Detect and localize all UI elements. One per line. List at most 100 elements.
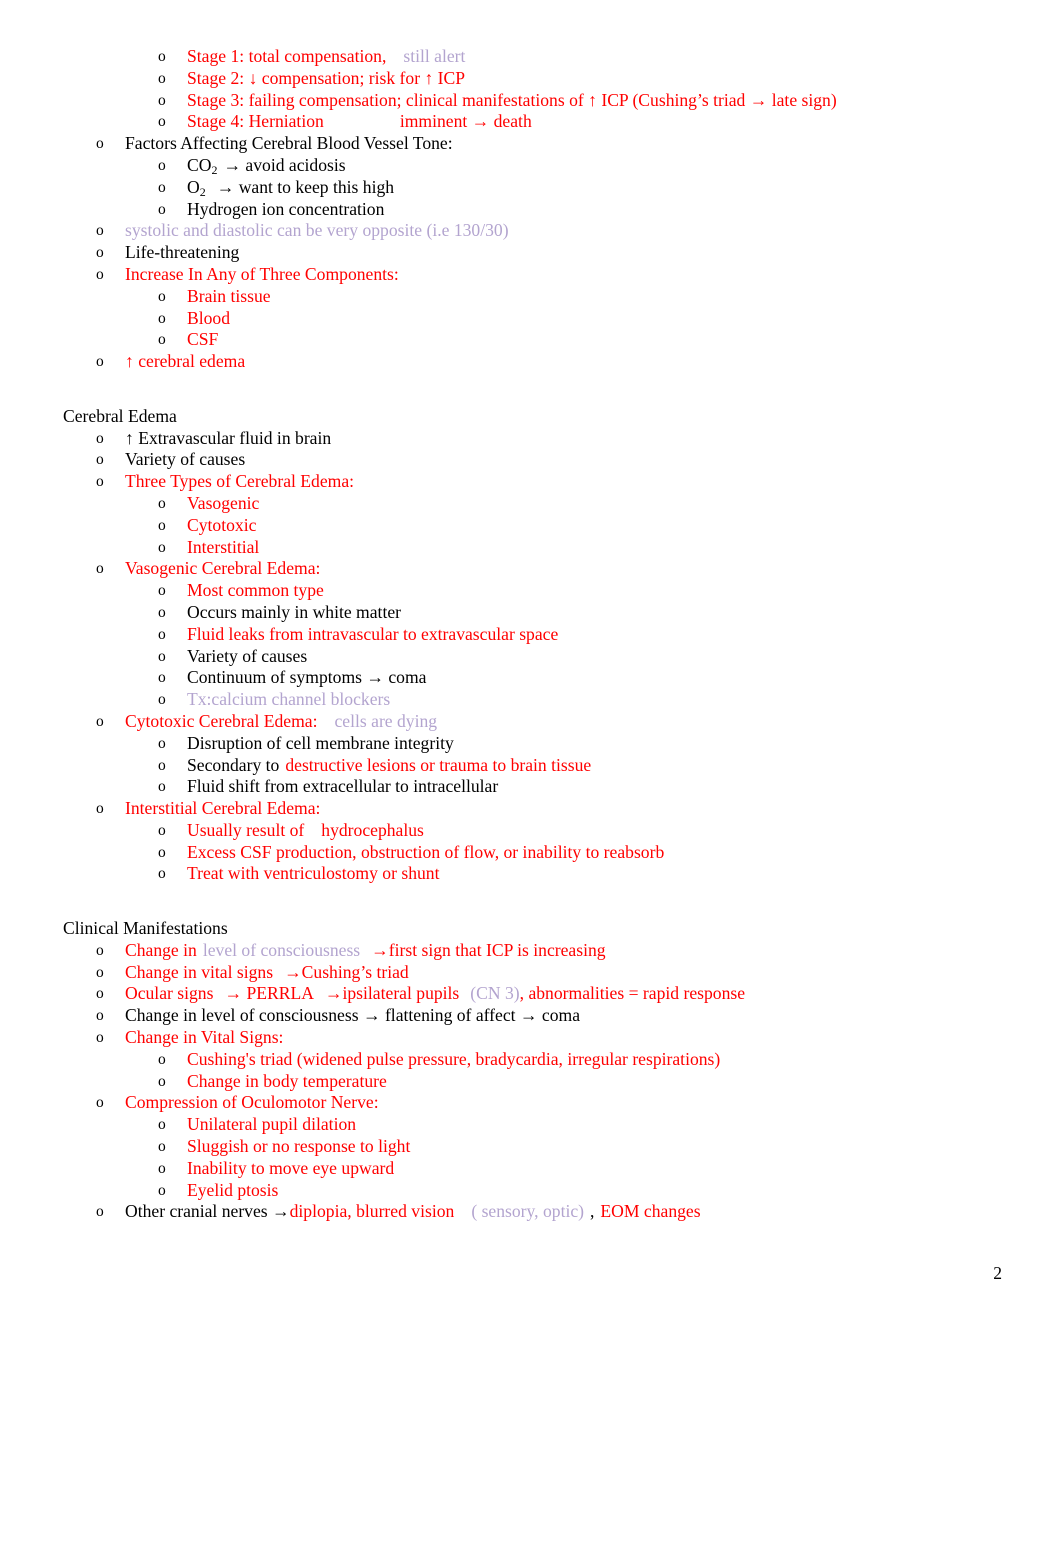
- other-nerves-tail: EOM changes: [600, 1201, 701, 1222]
- ocular-mid: → PERRLA: [224, 983, 314, 1004]
- list-item: o ↑ cerebral edema: [63, 351, 1002, 373]
- page-number: 2: [993, 1263, 1002, 1283]
- list-item: o Variety of causes: [63, 646, 1002, 668]
- stage-3-text: Stage 3: failing compensation; clinical …: [187, 89, 837, 110]
- bullet-marker: o: [96, 135, 104, 153]
- document-page: o Stage 1: total compensation, still aler…: [0, 0, 1062, 1561]
- bullet-marker: o: [158, 156, 166, 174]
- list-item: o Cytotoxic: [63, 515, 1002, 537]
- bullet-marker: o: [158, 1181, 166, 1199]
- list-item: o Stage 2: ↓ compensation; risk for ↑ IC…: [63, 68, 1002, 90]
- body-temperature-item: Change in body temperature: [187, 1070, 387, 1091]
- stage-4-tail: imminent → death: [399, 111, 532, 132]
- bullet-marker: o: [158, 91, 166, 109]
- bullet-marker: o: [96, 1094, 104, 1112]
- vasogenic-most-common: Most common type: [187, 580, 324, 601]
- other-nerves-red: diplopia, blurred vision: [289, 1201, 455, 1222]
- interstitial-header: Interstitial Cerebral Edema:: [125, 798, 321, 819]
- list-item: o Factors Affecting Cerebral Blood Vesse…: [63, 133, 1002, 155]
- variety-of-causes-item: Variety of causes: [125, 449, 246, 470]
- change-loc-black-item: Change in level of consciousness → flatt…: [125, 1005, 581, 1026]
- section-heading-row: Cerebral Edema: [63, 406, 1002, 428]
- list-item: o O2 → want to keep this high: [63, 177, 1002, 199]
- stage-1-note: still alert: [403, 46, 466, 66]
- other-nerves-prefix: Other cranial nerves →: [125, 1201, 290, 1222]
- type-vasogenic: Vasogenic: [187, 492, 260, 513]
- bullet-marker: o: [158, 69, 166, 87]
- cytotoxic-secondary-red: destructive lesions or trauma to brain t…: [285, 754, 592, 775]
- bullet-marker: o: [158, 178, 166, 196]
- bullet-marker: o: [158, 516, 166, 534]
- change-loc-item: Change in level of consciousness →first si…: [125, 940, 1002, 962]
- list-item: o Cushing's triad (widened pulse pressur…: [63, 1049, 1002, 1071]
- list-item: o Increase In Any of Three Components:: [63, 264, 1002, 286]
- cytotoxic-disruption: Disruption of cell membrane integrity: [187, 732, 454, 753]
- change-loc-lavender: level of consciousness: [202, 939, 361, 960]
- change-loc-prefix: Change in: [125, 939, 197, 960]
- stage-2-text: Stage 2: ↓ compensation; risk for ↑ ICP: [187, 67, 466, 88]
- cytotoxic-secondary: Secondary to destructive lesions or traum…: [187, 755, 1002, 777]
- bullet-marker: o: [96, 712, 104, 730]
- hydrogen-ion-item: Hydrogen ion concentration: [187, 198, 385, 219]
- bullet-marker: o: [96, 222, 104, 240]
- bullet-marker: o: [96, 353, 104, 371]
- bullet-marker: o: [96, 473, 104, 491]
- stage-4-main: Stage 4: Herniation: [187, 111, 324, 132]
- bullet-marker: o: [158, 1159, 166, 1177]
- extravascular-fluid-item: ↑ Extravascular fluid in brain: [125, 427, 332, 448]
- bullet-marker: o: [158, 865, 166, 883]
- list-item: o systolic and diastolic can be very opp…: [63, 220, 1002, 242]
- ocular-mid2: →ipsilateral pupils: [324, 983, 460, 1004]
- other-cranial-nerves-item: Other cranial nerves →diplopia, blurred …: [125, 1201, 1002, 1223]
- bullet-marker: o: [158, 734, 166, 752]
- oculomotor-unilateral-dilation: Unilateral pupil dilation: [187, 1114, 357, 1135]
- list-item: o Sluggish or no response to light: [63, 1136, 1002, 1158]
- co2-item: CO2 → avoid acidosis: [187, 155, 1002, 177]
- cytotoxic-fluid-shift: Fluid shift from extracellular to intrac…: [187, 776, 499, 797]
- ocular-prefix: Ocular signs: [125, 983, 214, 1004]
- list-item: o CO2 → avoid acidosis: [63, 155, 1002, 177]
- cytotoxic-header-row: Cytotoxic Cerebral Edema: cells are dying: [125, 711, 1002, 733]
- cerebral-edema-increase-item: ↑ cerebral edema: [125, 351, 246, 372]
- list-item: o Fluid shift from extracellular to intr…: [63, 776, 1002, 798]
- stage-1-text: Stage 1: total compensation, still alert: [187, 46, 1002, 68]
- vasogenic-continuum: Continuum of symptoms → coma: [187, 667, 427, 688]
- list-item: o Disruption of cell membrane integrity: [63, 733, 1002, 755]
- bullet-marker: o: [96, 800, 104, 818]
- co2-subscript: 2: [211, 163, 218, 178]
- co2-suffix: → avoid acidosis: [223, 154, 346, 175]
- list-item: o Interstitial Cerebral Edema:: [63, 798, 1002, 820]
- oculomotor-eyelid-ptosis: Eyelid ptosis: [187, 1179, 279, 1200]
- bullet-marker: o: [158, 582, 166, 600]
- o2-prefix: O: [187, 176, 200, 197]
- vasogenic-white-matter: Occurs mainly in white matter: [187, 601, 401, 622]
- list-item: o Secondary to destructive lesions or tra…: [63, 755, 1002, 777]
- list-item: o Ocular signs → PERRLA →ipsilateral pupil…: [63, 983, 1002, 1005]
- bullet-marker: o: [96, 985, 104, 1003]
- component-brain-tissue: Brain tissue: [187, 285, 271, 306]
- systolic-diastolic-note: systolic and diastolic can be very oppos…: [125, 220, 509, 241]
- list-item: o Tx:calcium channel blockers: [63, 689, 1002, 711]
- interstitial-treat: Treat with ventriculostomy or shunt: [187, 863, 440, 884]
- list-item: o CSF: [63, 329, 1002, 351]
- other-nerves-comma: ,: [590, 1201, 595, 1222]
- list-item: o Compression of Oculomotor Nerve:: [63, 1092, 1002, 1114]
- list-item: o Other cranial nerves →diplopia, blurre…: [63, 1201, 1002, 1223]
- bullet-marker: o: [158, 603, 166, 621]
- change-vitals-prefix: Change in vital signs: [125, 961, 274, 982]
- bullet-marker: o: [96, 941, 104, 959]
- o2-subscript: 2: [199, 185, 206, 200]
- increase-components-header: Increase In Any of Three Components:: [125, 263, 399, 284]
- list-item: o Cytotoxic Cerebral Edema: cells are dyi…: [63, 711, 1002, 733]
- list-item: o Brain tissue: [63, 286, 1002, 308]
- bullet-marker: o: [158, 538, 166, 556]
- bullet-marker: o: [96, 963, 104, 981]
- three-types-header: Three Types of Cerebral Edema:: [125, 471, 355, 492]
- vasogenic-fluid-leaks: Fluid leaks from intravascular to extrav…: [187, 623, 559, 644]
- bullet-marker: o: [96, 1203, 104, 1221]
- co2-prefix: CO: [187, 154, 212, 175]
- vital-signs-header: Change in Vital Signs:: [125, 1027, 284, 1048]
- list-item: o Life-threatening: [63, 242, 1002, 264]
